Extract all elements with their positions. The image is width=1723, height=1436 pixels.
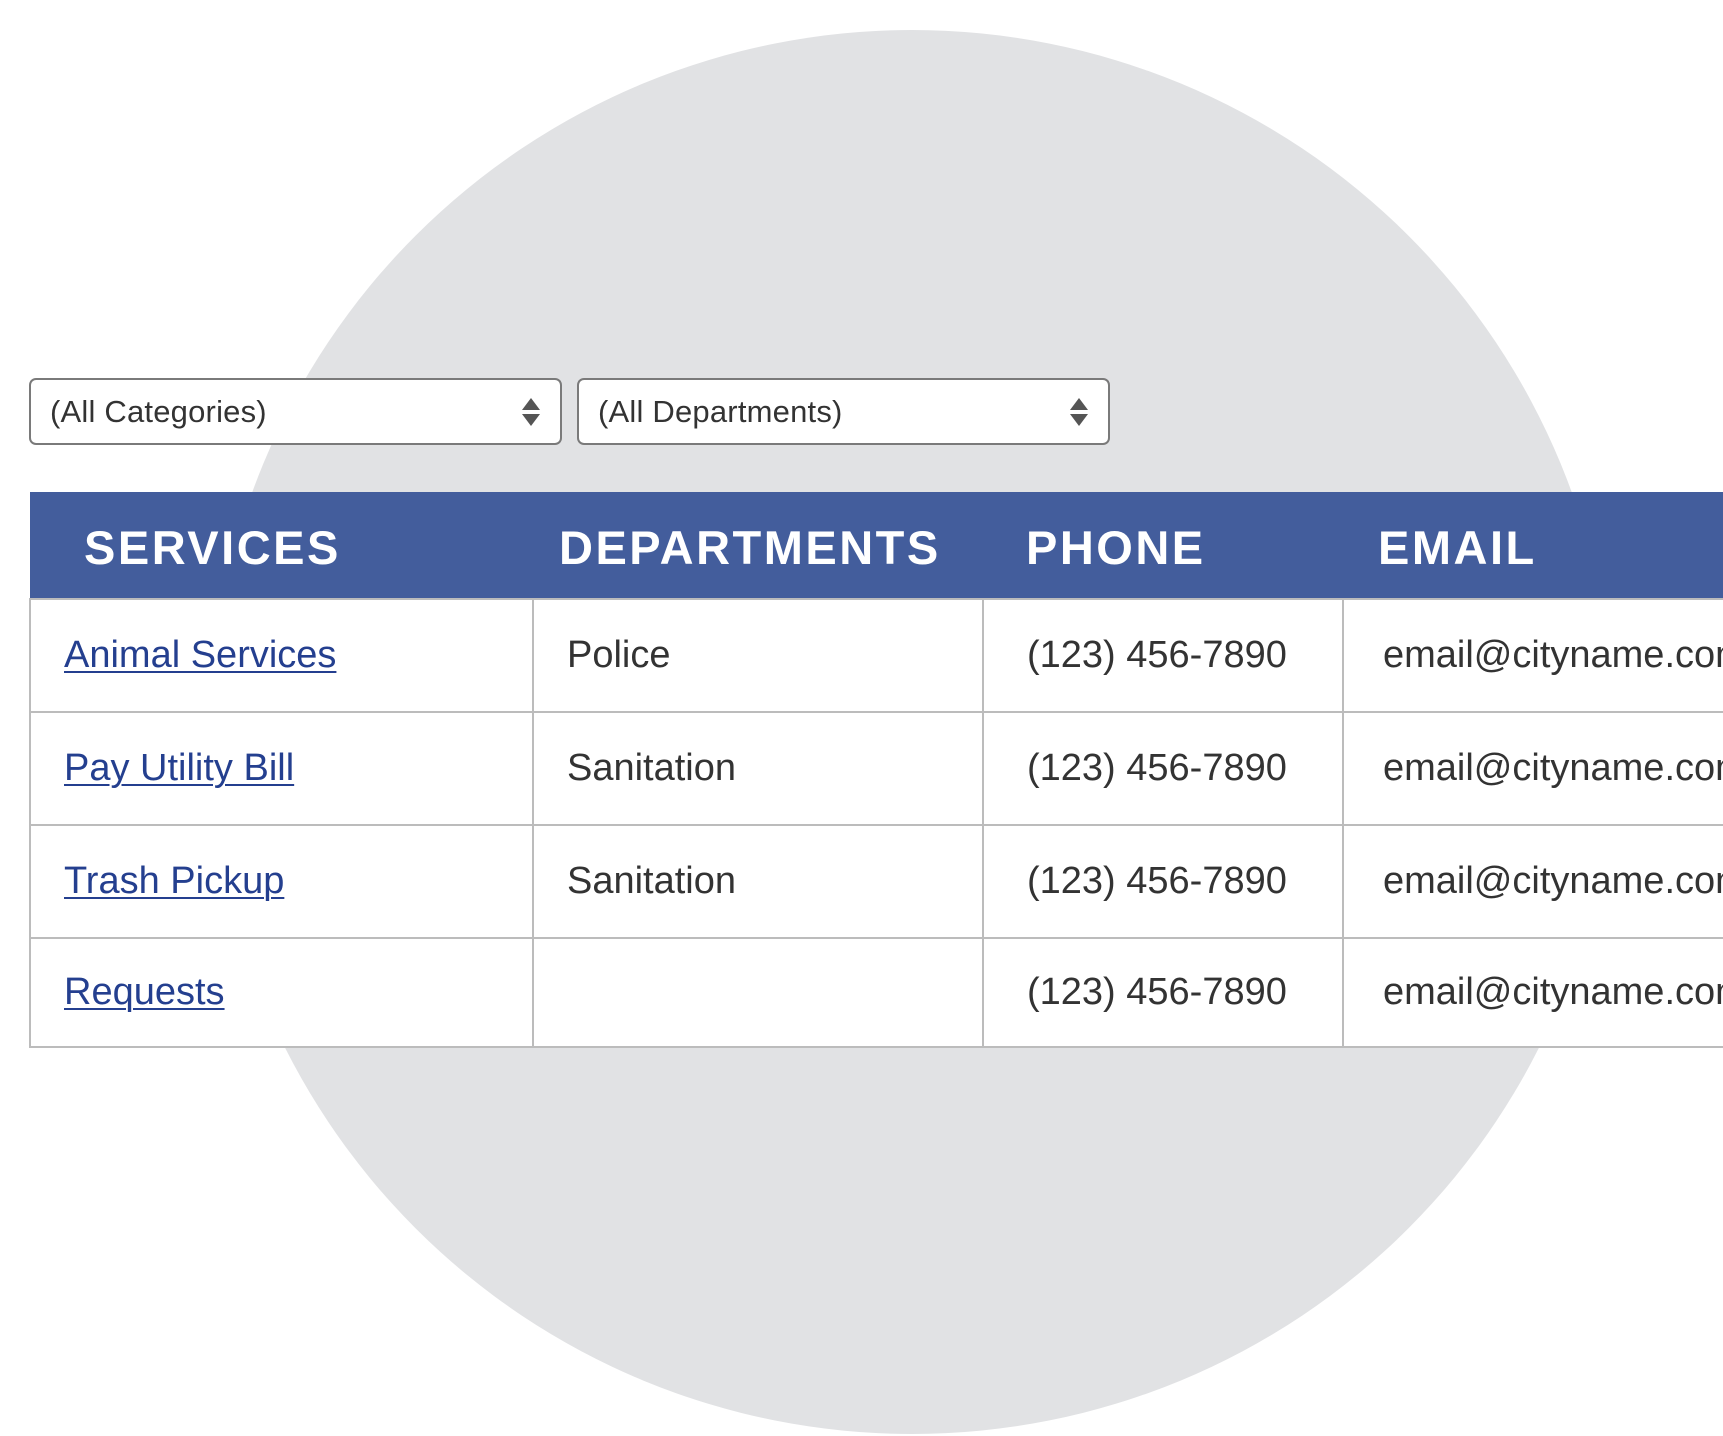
table-row: Trash Pickup Sanitation (123) 456-7890 e… <box>29 824 1723 939</box>
department-select[interactable]: (All Departments) <box>577 378 1110 445</box>
column-header-departments: DEPARTMENTS <box>533 492 983 599</box>
service-link[interactable]: Pay Utility Bill <box>64 747 294 789</box>
department-cell: Police <box>532 598 984 713</box>
category-select-value: (All Categories) <box>50 393 267 429</box>
department-cell: Sanitation <box>532 711 984 826</box>
phone-cell: (123) 456-7890 <box>982 937 1344 1048</box>
table-header-row: SERVICES DEPARTMENTS PHONE EMAIL <box>30 492 1723 599</box>
service-link[interactable]: Requests <box>64 971 225 1013</box>
select-arrows-icon <box>522 397 540 426</box>
department-cell <box>532 937 984 1048</box>
select-arrows-icon <box>1070 397 1088 426</box>
service-cell: Pay Utility Bill <box>29 711 534 826</box>
email-cell: email@cityname.com <box>1342 937 1723 1048</box>
column-header-services: SERVICES <box>30 492 533 599</box>
service-link[interactable]: Trash Pickup <box>64 860 284 902</box>
column-header-phone: PHONE <box>983 492 1343 599</box>
phone-cell: (123) 456-7890 <box>982 598 1344 713</box>
email-cell: email@cityname.com <box>1342 598 1723 713</box>
table-row: Animal Services Police (123) 456-7890 em… <box>29 598 1723 713</box>
column-header-email: EMAIL <box>1343 492 1723 599</box>
table-row: Requests (123) 456-7890 email@cityname.c… <box>29 937 1723 1048</box>
directory-table-wrapper: SERVICES DEPARTMENTS PHONE EMAIL Animal … <box>29 492 1723 1048</box>
category-select[interactable]: (All Categories) <box>29 378 562 445</box>
email-cell: email@cityname.com <box>1342 711 1723 826</box>
service-cell: Requests <box>29 937 534 1048</box>
email-cell: email@cityname.com <box>1342 824 1723 939</box>
service-link[interactable]: Animal Services <box>64 634 336 676</box>
department-cell: Sanitation <box>532 824 984 939</box>
service-cell: Animal Services <box>29 598 534 713</box>
department-select-value: (All Departments) <box>598 393 843 429</box>
page: (All Categories) (All Departments) SERVI… <box>0 0 1723 1436</box>
phone-cell: (123) 456-7890 <box>982 824 1344 939</box>
filter-bar: (All Categories) (All Departments) <box>29 378 1110 445</box>
table-row: Pay Utility Bill Sanitation (123) 456-78… <box>29 711 1723 826</box>
directory-table: SERVICES DEPARTMENTS PHONE EMAIL Animal … <box>29 492 1723 1048</box>
service-cell: Trash Pickup <box>29 824 534 939</box>
phone-cell: (123) 456-7890 <box>982 711 1344 826</box>
